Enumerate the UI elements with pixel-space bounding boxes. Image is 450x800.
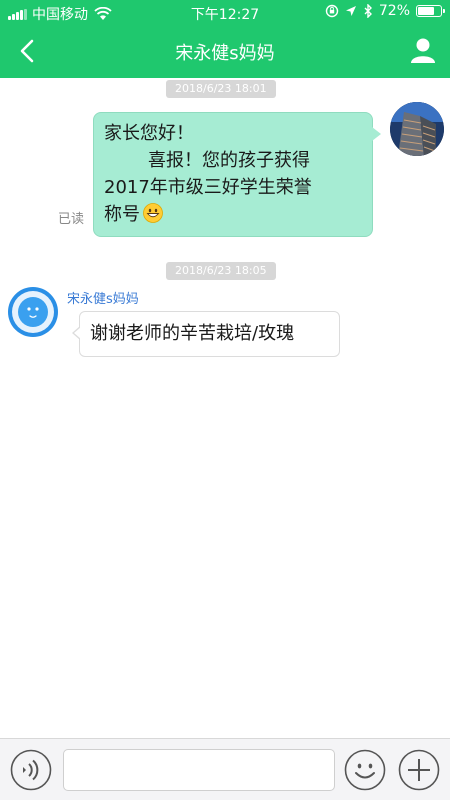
timestamp: 2018/6/23 18:01 <box>166 80 276 98</box>
voice-icon <box>10 749 52 791</box>
battery-fill <box>418 7 434 15</box>
plus-icon <box>398 749 440 791</box>
battery-icon <box>416 5 445 17</box>
avatar[interactable] <box>8 287 58 337</box>
profile-button[interactable] <box>408 35 438 65</box>
orientation-lock-icon <box>325 4 339 18</box>
timestamp: 2018/6/23 18:05 <box>166 262 276 280</box>
message-text: 谢谢老师的辛苦栽培/玫瑰 <box>90 323 295 344</box>
emoji-button[interactable] <box>344 749 386 791</box>
peer-avatar-icon <box>8 287 58 337</box>
outgoing-message-bubble[interactable]: 家长您好！ 喜报！您的孩子获得 2017年市级三好学生荣誉 称号 <box>93 112 381 237</box>
chat-area[interactable]: 2018/6/23 18:01 家长您好！ 喜报！您的孩子获得 2017年市级三… <box>0 78 450 738</box>
nav-bar: 宋永健s妈妈 <box>0 24 450 78</box>
page-title: 宋永健s妈妈 <box>175 43 275 64</box>
incoming-message-bubble[interactable]: 谢谢老师的辛苦栽培/玫瑰 <box>72 311 340 357</box>
battery-percent: 72% <box>378 3 410 19</box>
read-receipt: 已读 <box>58 212 85 227</box>
header: 中国移动 下午12:27 72% 宋永健s妈妈 <box>0 0 450 78</box>
status-bar: 中国移动 下午12:27 72% <box>0 0 450 24</box>
status-right: 72% <box>325 3 445 19</box>
grinning-face-icon <box>143 203 163 223</box>
message-input[interactable] <box>63 749 335 791</box>
bluetooth-icon <box>364 4 372 18</box>
input-bar <box>0 738 450 800</box>
message-line: 2017年市级三好学生荣誉 <box>104 177 312 198</box>
location-icon <box>345 6 356 16</box>
message-line: 家长您好！ <box>104 123 194 144</box>
voice-button[interactable] <box>10 749 52 791</box>
message-line-with-emoji: 称号 <box>104 201 362 228</box>
smiley-icon <box>344 749 386 791</box>
message-line: 称号 <box>104 204 140 225</box>
person-icon <box>411 38 435 63</box>
plus-button[interactable] <box>398 749 440 791</box>
message-line: 喜报！您的孩子获得 <box>148 150 310 171</box>
building-photo <box>390 102 444 156</box>
avatar[interactable] <box>390 102 444 156</box>
sender-name: 宋永健s妈妈 <box>67 292 139 307</box>
